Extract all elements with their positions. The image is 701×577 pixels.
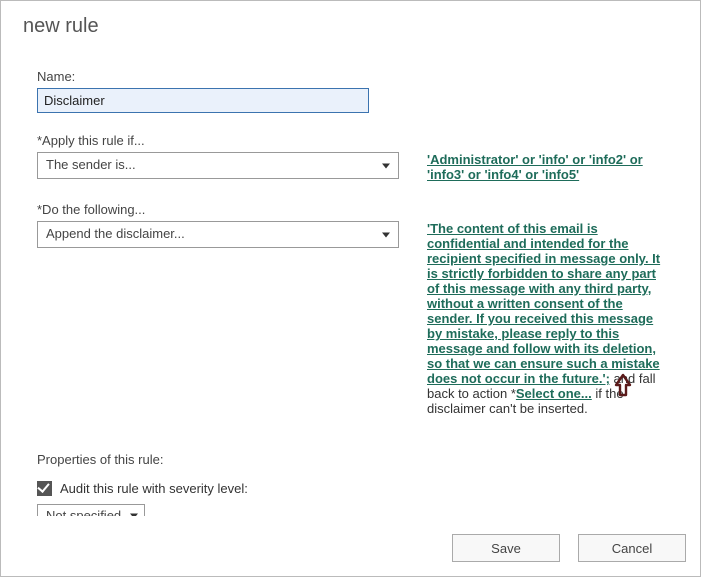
severity-selected: Not specified (46, 508, 121, 516)
condition-dropdown[interactable]: The sender is... (37, 152, 399, 179)
dialog-footer: Save Cancel (452, 534, 686, 562)
audit-row: Audit this rule with severity level: (37, 481, 688, 496)
audit-checkbox[interactable] (37, 481, 52, 496)
disclaimer-text-link[interactable]: 'The content of this email is confidenti… (427, 221, 660, 386)
condition-section: *Apply this rule if... The sender is... … (37, 133, 688, 182)
save-button[interactable]: Save (452, 534, 560, 562)
action-summary: 'The content of this email is confidenti… (427, 221, 688, 416)
name-label: Name: (37, 69, 688, 84)
dialog-body[interactable]: Name: *Apply this rule if... The sender … (37, 69, 688, 516)
action-dropdown[interactable]: Append the disclaimer... (37, 221, 399, 248)
properties-label: Properties of this rule: (37, 452, 688, 467)
chevron-down-icon (382, 232, 390, 237)
name-input[interactable] (37, 88, 369, 113)
condition-summary-link[interactable]: 'Administrator' or 'info' or 'info2' or … (427, 152, 643, 182)
fallback-action-link[interactable]: Select one... (516, 386, 592, 401)
condition-label: *Apply this rule if... (37, 133, 688, 148)
chevron-down-icon (382, 163, 390, 168)
audit-label: Audit this rule with severity level: (60, 481, 248, 496)
new-rule-dialog: new rule Name: *Apply this rule if... Th… (0, 0, 701, 577)
cancel-button[interactable]: Cancel (578, 534, 686, 562)
chevron-down-icon (130, 514, 138, 517)
action-selected: Append the disclaimer... (46, 226, 185, 241)
name-section: Name: (37, 69, 688, 113)
dialog-title: new rule (1, 1, 700, 38)
action-label: *Do the following... (37, 202, 688, 217)
action-section: *Do the following... Append the disclaim… (37, 202, 688, 416)
condition-selected: The sender is... (46, 157, 136, 172)
severity-dropdown[interactable]: Not specified (37, 504, 145, 516)
